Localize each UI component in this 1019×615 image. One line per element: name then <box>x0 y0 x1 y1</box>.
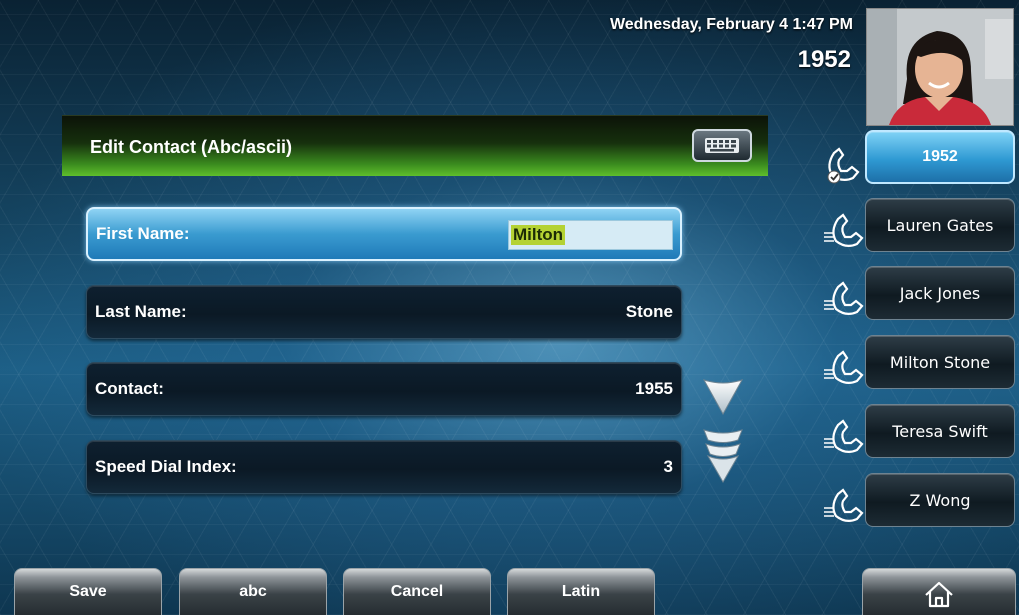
handset-icon <box>827 147 860 184</box>
line-key-jack-jones[interactable]: Jack Jones <box>865 266 1015 320</box>
speed-dial-index-value: 3 <box>663 457 673 476</box>
double-chevron-down-icon <box>703 429 743 484</box>
handset-icon <box>824 281 864 316</box>
line-key-label: Jack Jones <box>899 283 981 303</box>
line-key-milton-stone[interactable]: Milton Stone <box>865 335 1015 389</box>
latin-label: Latin <box>561 583 601 600</box>
avatar <box>866 8 1014 126</box>
title-bar: Edit Contact (Abc/ascii) <box>62 115 768 176</box>
first-name-label: First Name: <box>96 224 190 243</box>
line-key-teresa-swift[interactable]: Teresa Swift <box>865 404 1015 458</box>
latin-button[interactable]: Latin <box>507 568 655 615</box>
speed-dial-index-field[interactable]: Speed Dial Index: 3 <box>86 440 682 494</box>
last-name-field[interactable]: Last Name: Stone <box>86 285 682 339</box>
page-title: Edit Contact (Abc/ascii) <box>90 137 293 157</box>
cancel-button[interactable]: Cancel <box>343 568 491 615</box>
line-number: 1952 <box>797 46 851 73</box>
line-key-label: Milton Stone <box>889 352 991 372</box>
line-key-z-wong[interactable]: Z Wong <box>865 473 1015 527</box>
scroll-page-down-button[interactable] <box>702 428 744 484</box>
contact-value: 1955 <box>635 379 673 398</box>
handset-icon <box>824 419 864 454</box>
line-key-label: 1952 <box>922 148 958 165</box>
home-icon <box>925 581 953 608</box>
abc-button[interactable]: abc <box>179 568 327 615</box>
last-name-value: Stone <box>625 302 673 321</box>
save-label: Save <box>69 583 107 600</box>
line-key-label: Lauren Gates <box>886 215 994 235</box>
keyboard-icon <box>705 138 739 153</box>
line-key-label: Teresa Swift <box>892 421 988 441</box>
line-key-1952[interactable]: 1952 <box>865 130 1015 184</box>
phone-screen: Wednesday, February 4 1:47 PM 1952 Edit … <box>0 0 1019 615</box>
speed-dial-index-label: Speed Dial Index: <box>95 457 237 476</box>
checkmark-icon <box>827 170 841 184</box>
date-time-display: Wednesday, February 4 1:47 PM <box>609 16 853 33</box>
save-button[interactable]: Save <box>14 568 162 615</box>
last-name-label: Last Name: <box>95 302 187 321</box>
first-name-value: Milton <box>511 225 566 245</box>
abc-label: abc <box>239 583 267 600</box>
handset-icon <box>824 213 864 248</box>
line-key-lauren-gates[interactable]: Lauren Gates <box>865 198 1015 252</box>
chevron-down-icon <box>702 379 744 416</box>
contact-field[interactable]: Contact: 1955 <box>86 362 682 416</box>
user-photo-icon <box>867 9 1013 125</box>
first-name-input[interactable]: Milton <box>508 220 673 250</box>
contact-label: Contact: <box>95 379 164 398</box>
home-button[interactable] <box>862 568 1016 615</box>
handset-icon <box>824 350 864 385</box>
first-name-field[interactable]: First Name: Milton <box>86 207 682 261</box>
scroll-down-button[interactable] <box>702 376 744 416</box>
line-key-label: Z Wong <box>909 490 971 510</box>
keyboard-button[interactable] <box>692 129 752 162</box>
handset-icon <box>824 488 864 523</box>
cancel-label: Cancel <box>390 583 444 600</box>
